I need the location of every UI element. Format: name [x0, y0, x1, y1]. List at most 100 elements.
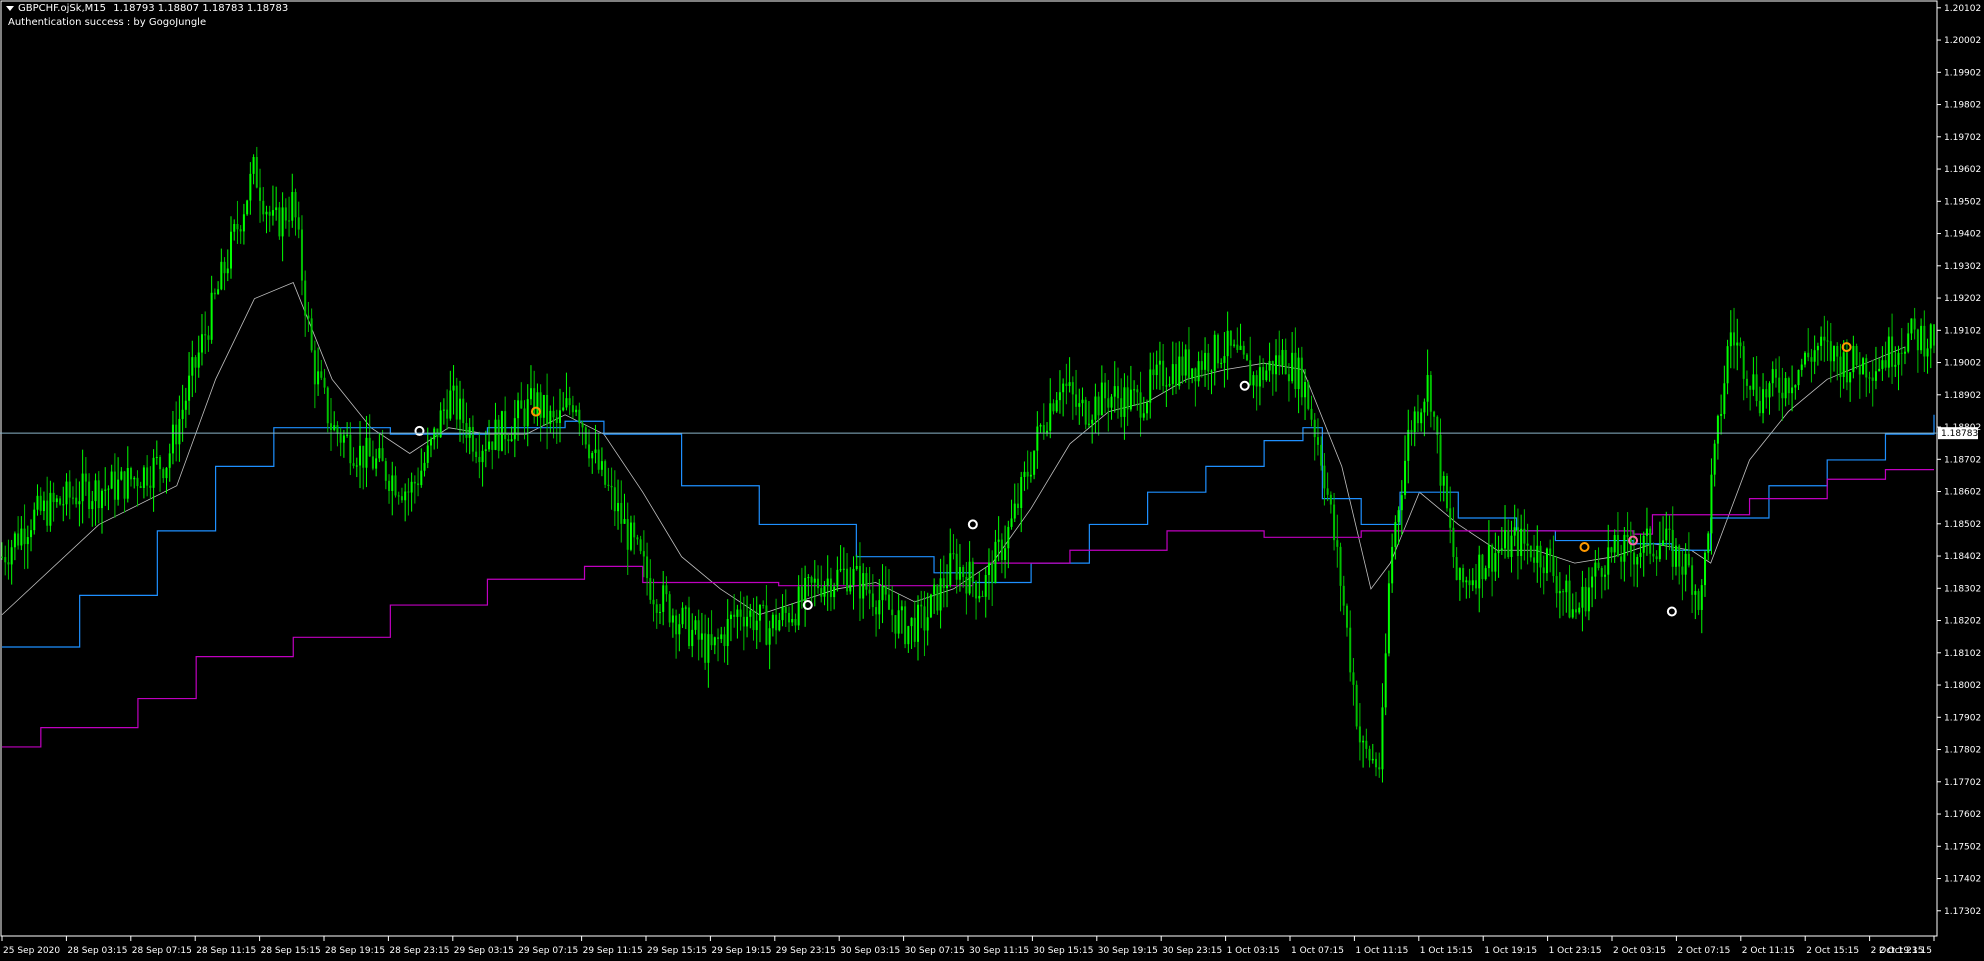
candle-body [78, 501, 81, 505]
candle-body [597, 449, 600, 470]
chart-window[interactable]: 1.20102 1.20002 1.19902 1.19802 1.19702 1.196… [0, 0, 1984, 961]
candle-body [475, 451, 478, 458]
candle-body [352, 463, 355, 466]
candle-body [278, 207, 281, 237]
candle-body [171, 424, 174, 454]
time-tick-label: 29 Sep 23:15 [776, 946, 836, 956]
candle-body [1833, 346, 1836, 362]
candle-body [1465, 580, 1468, 583]
candle-body [26, 537, 29, 545]
candle-body [1823, 336, 1826, 341]
candle-body [652, 599, 655, 605]
candle-body [1581, 586, 1584, 608]
candle-body [852, 568, 855, 585]
candle-body [1300, 357, 1303, 398]
candle-body [1478, 554, 1481, 589]
candle-body [1123, 387, 1126, 417]
candle-body [749, 610, 752, 617]
candle-body [655, 604, 658, 613]
candle-body [626, 519, 629, 550]
price-chart[interactable]: 1.20102 1.20002 1.19902 1.19802 1.19702 1.196… [0, 0, 1984, 961]
candle-body [1494, 553, 1497, 572]
candle-body [520, 400, 523, 409]
price-tick-label: 1.17902 [1944, 713, 1981, 723]
candle-body [1426, 374, 1429, 402]
candle-body [1562, 591, 1565, 593]
candle-body [1920, 325, 1923, 351]
chart-menu-triangle-icon[interactable] [6, 5, 14, 11]
candle-body [494, 419, 497, 450]
time-axis[interactable]: 25 Sep 2020 28 Sep 03:15 28 Sep 07:15 28 Se… [1, 936, 1935, 956]
candle-body [262, 200, 265, 215]
candle-body [1197, 361, 1200, 382]
time-tick-label: 30 Sep 07:15 [905, 946, 965, 956]
candle-body [317, 371, 320, 385]
candle-body [887, 594, 890, 610]
candle-body [920, 604, 923, 607]
candle-body [381, 448, 384, 462]
candle-body [1752, 374, 1755, 390]
candle-body [230, 231, 233, 269]
candle-body [4, 557, 7, 563]
candle-body [117, 479, 120, 500]
candle-body [1168, 384, 1171, 386]
candle-body [1765, 389, 1768, 398]
candle-body [1484, 568, 1487, 580]
candle-body [210, 292, 213, 340]
candle-body [1065, 383, 1068, 387]
candle-body [49, 492, 52, 526]
candle-body [1445, 475, 1448, 509]
candle-body [1526, 543, 1529, 546]
candle-body [1700, 585, 1703, 610]
candle-body [875, 607, 878, 615]
candle-body [300, 229, 303, 281]
signal-marker [1579, 542, 1590, 553]
candle-body [565, 398, 568, 408]
candle-body [1113, 386, 1116, 397]
candle-body [1836, 346, 1839, 357]
candle-body [904, 606, 907, 645]
candle-body [1636, 556, 1639, 565]
candle-body [617, 502, 620, 512]
candle-body [1555, 576, 1558, 594]
candle-body [1075, 394, 1078, 407]
candle-body [1574, 609, 1577, 613]
candle-body [1916, 329, 1919, 351]
candle-body [342, 435, 345, 443]
candle-body [729, 614, 732, 620]
candle-body [981, 595, 984, 597]
candle-body [723, 634, 726, 647]
candle-body [30, 530, 33, 538]
candle-body [691, 629, 694, 647]
candle-body [1558, 591, 1561, 594]
candle-body [1687, 553, 1690, 566]
candle-body [781, 606, 784, 621]
candle-body [536, 392, 539, 417]
candle-body [1052, 403, 1055, 412]
candle-body [1297, 357, 1300, 390]
candle-body [991, 562, 994, 583]
time-tick-label: 28 Sep 15:15 [261, 946, 321, 956]
candle-body [765, 605, 768, 645]
candle-body [217, 289, 220, 295]
price-tick-label: 1.18002 [1944, 681, 1981, 691]
candle-body [1152, 369, 1155, 376]
candle-body [452, 385, 455, 391]
candle-body [462, 398, 465, 424]
price-axis[interactable]: 1.20102 1.20002 1.19902 1.19802 1.19702 1.196… [1937, 4, 1981, 917]
candle-body [552, 410, 555, 418]
candle-body [955, 553, 958, 580]
time-tick-label: 28 Sep 19:15 [325, 946, 385, 956]
candle-body [191, 357, 194, 376]
candle-body [1381, 707, 1384, 770]
candle-body [346, 434, 349, 436]
candle-body [184, 400, 187, 410]
candle-body [1439, 434, 1442, 486]
candle-body [778, 620, 781, 631]
price-tick-label: 1.19002 [1944, 359, 1981, 369]
candle-body [1433, 411, 1436, 417]
price-tick-label: 1.19702 [1944, 133, 1981, 143]
candle-body [59, 498, 62, 505]
candle-body [678, 624, 681, 635]
candle-body [1133, 389, 1136, 391]
